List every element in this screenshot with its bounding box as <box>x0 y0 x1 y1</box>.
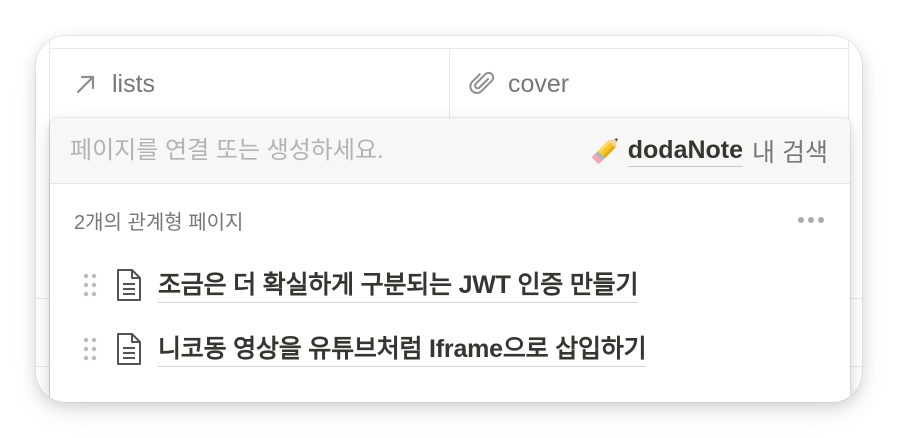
pencil-emoji-icon <box>586 131 624 171</box>
arrow-up-right-icon <box>72 70 100 98</box>
more-horizontal-icon[interactable] <box>796 205 826 235</box>
list-item[interactable]: 조금은 더 확실하게 구분되는 JWT 인증 만들기 <box>80 257 830 313</box>
search-input[interactable] <box>70 130 586 171</box>
search-scope-suffix: 내 검색 <box>752 138 828 167</box>
search-bar: dodaNote 내 검색 <box>50 118 850 184</box>
relation-window: lists cover 페이지를 연결 또는 생성하세요. dodaNote 내… <box>36 36 862 402</box>
drag-handle-icon[interactable] <box>80 334 100 364</box>
page-title[interactable]: 니코동 영상을 유튜브처럼 Iframe으로 삽입하기 <box>158 332 647 367</box>
section-title: 2개의 관계형 페이지 <box>74 211 244 234</box>
document-icon <box>114 268 144 302</box>
drag-handle-icon[interactable] <box>80 270 100 300</box>
column-header-lists[interactable]: lists <box>50 49 450 119</box>
page-title[interactable]: 조금은 더 확실하게 구분되는 JWT 인증 만들기 <box>158 268 638 303</box>
column-header-label: lists <box>112 69 156 98</box>
section-header: 2개의 관계형 페이지 <box>74 200 826 240</box>
table-header-row: lists cover <box>50 48 850 119</box>
list-item[interactable]: 니코동 영상을 유튜브처럼 Iframe으로 삽입하기 <box>80 321 830 377</box>
column-header-label: cover <box>508 69 570 98</box>
document-icon <box>114 332 144 366</box>
relation-popover: dodaNote 내 검색 2개의 관계형 페이지 <box>50 118 850 402</box>
search-scope[interactable]: dodaNote 내 검색 <box>586 131 828 171</box>
paperclip-icon <box>468 70 496 98</box>
database-name: dodaNote <box>627 134 744 167</box>
column-header-cover[interactable]: cover <box>450 49 862 119</box>
